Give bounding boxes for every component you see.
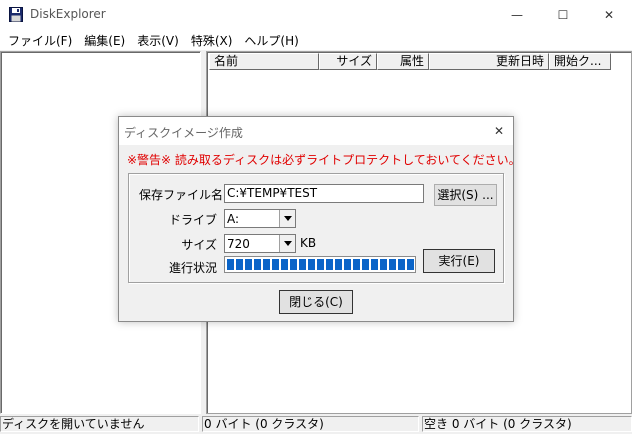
progress-segment <box>227 259 234 270</box>
column-header-size[interactable]: サイズ <box>319 53 377 70</box>
progress-segment <box>326 259 333 270</box>
progress-segment <box>362 259 369 270</box>
maximize-button[interactable]: ☐ <box>540 0 586 30</box>
menu-view[interactable]: 表示(V) <box>131 30 185 50</box>
window-title: DiskExplorer <box>30 7 106 21</box>
status-free-space: 空き 0 バイト (0 クラスタ) <box>422 416 632 432</box>
progress-segment <box>371 259 378 270</box>
chevron-down-icon <box>283 241 292 246</box>
progress-segment <box>353 259 360 270</box>
title-bar: DiskExplorer — ☐ ✕ <box>0 0 632 30</box>
menu-bar: ファイル(F) 編集(E) 表示(V) 特殊(X) ヘルプ(H) <box>0 30 632 50</box>
progress-segment <box>290 259 297 270</box>
progress-segment <box>272 259 279 270</box>
menu-file[interactable]: ファイル(F) <box>2 30 78 50</box>
drive-label: ドライブ <box>168 213 217 227</box>
progress-segment <box>263 259 270 270</box>
progress-segment <box>254 259 261 270</box>
size-value: 720 <box>227 237 250 251</box>
progress-segment <box>281 259 288 270</box>
progress-segment <box>308 259 315 270</box>
status-bar: ディスクを開いていません 0 バイト (0 クラスタ) 空き 0 バイト (0 … <box>0 414 632 434</box>
drive-dropdown-button[interactable] <box>279 210 295 227</box>
size-dropdown-button[interactable] <box>279 235 295 252</box>
execute-button[interactable]: 実行(E) <box>423 249 495 273</box>
column-header-row: 名前 サイズ 属性 更新日時 開始ク... <box>209 53 611 70</box>
drive-value: A: <box>227 212 240 226</box>
menu-help[interactable]: ヘルプ(H) <box>238 30 304 50</box>
select-file-button[interactable]: 選択(S) ... <box>434 184 497 206</box>
progress-segment <box>389 259 396 270</box>
minimize-button[interactable]: — <box>494 0 540 30</box>
size-unit-label: KB <box>300 236 317 250</box>
size-select[interactable]: 720 <box>224 234 296 253</box>
close-icon: ✕ <box>603 8 615 22</box>
progress-segment <box>407 259 414 270</box>
filename-input[interactable]: C:¥TEMP¥TEST <box>224 184 424 203</box>
progress-fill <box>227 259 414 270</box>
dialog-title: ディスクイメージ作成 <box>124 126 243 140</box>
create-disk-image-dialog: ディスクイメージ作成 ✕ ※警告※ 読み取るディスクは必ずライトプロテクトしてお… <box>118 116 521 322</box>
column-header-attributes[interactable]: 属性 <box>377 53 429 70</box>
progress-segment <box>236 259 243 270</box>
progress-segment <box>317 259 324 270</box>
progress-segment <box>245 259 252 270</box>
size-label: サイズ <box>181 238 217 252</box>
progress-segment <box>335 259 342 270</box>
progress-segment <box>299 259 306 270</box>
progress-bar <box>224 256 416 273</box>
status-selection: 0 バイト (0 クラスタ) <box>202 416 419 432</box>
column-header-start-cluster[interactable]: 開始ク... <box>549 53 611 70</box>
maximize-icon: ☐ <box>557 8 569 22</box>
write-protect-warning: ※警告※ 読み取るディスクは必ずライトプロテクトしておいてください。 <box>127 153 521 167</box>
menu-special[interactable]: 特殊(X) <box>185 30 239 50</box>
progress-segment <box>344 259 351 270</box>
status-disk: ディスクを開いていません <box>0 416 199 432</box>
filename-label: 保存ファイル名 <box>139 188 224 202</box>
progress-label: 進行状況 <box>168 261 217 275</box>
progress-segment <box>398 259 405 270</box>
close-icon: ✕ <box>493 124 505 138</box>
app-window: DiskExplorer — ☐ ✕ ファイル(F) 編集(E) 表示(V) 特… <box>0 0 632 434</box>
close-dialog-button[interactable]: 閉じる(C) <box>279 290 353 314</box>
floppy-disk-icon <box>9 7 23 22</box>
menu-edit[interactable]: 編集(E) <box>78 30 131 50</box>
column-header-name[interactable]: 名前 <box>209 53 319 70</box>
minimize-icon: — <box>511 8 523 22</box>
column-header-modified[interactable]: 更新日時 <box>429 53 549 70</box>
close-window-button[interactable]: ✕ <box>586 0 632 30</box>
dialog-close-button[interactable]: ✕ <box>485 117 513 145</box>
dialog-title-bar: ディスクイメージ作成 ✕ <box>119 117 513 145</box>
progress-segment <box>380 259 387 270</box>
drive-select[interactable]: A: <box>224 209 296 228</box>
chevron-down-icon <box>283 216 292 221</box>
